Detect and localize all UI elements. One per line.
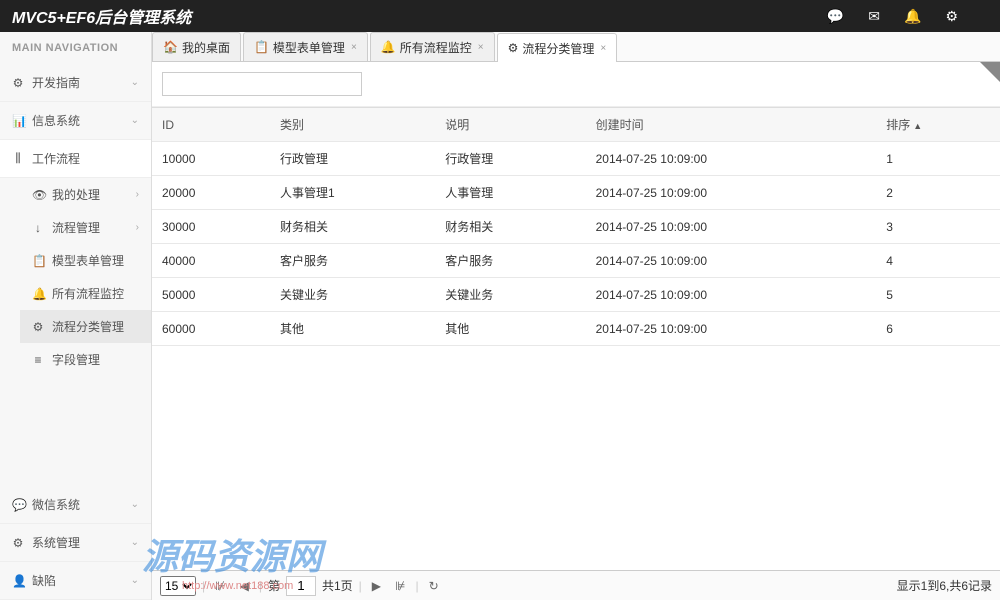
- table-row[interactable]: 50000关键业务关键业务2014-07-25 10:09:005: [152, 278, 1000, 312]
- col-header[interactable]: 排序▲: [876, 108, 1000, 142]
- col-header[interactable]: 类别: [270, 108, 435, 142]
- sidebar: MAIN NAVIGATION ⚙开发指南⌄📊信息系统⌄ ⫼工作流程 👁我的处理…: [0, 32, 152, 600]
- data-table: ID类别说明创建时间排序▲ 10000行政管理行政管理2014-07-25 10…: [152, 107, 1000, 346]
- page-input[interactable]: [286, 576, 316, 596]
- workflow-icon: ⫼: [12, 151, 24, 166]
- collapse-icon[interactable]: [980, 62, 1000, 82]
- tab-icon: ⚙: [508, 41, 519, 55]
- tab-icon: 🔔: [381, 40, 396, 54]
- close-icon[interactable]: ×: [478, 42, 484, 53]
- chevron-down-icon: ⌄: [131, 77, 139, 88]
- sidebar-mgmt-0[interactable]: 📋模型表单管理: [20, 244, 151, 277]
- sidebar-mgmt-1[interactable]: 🔔所有流程监控: [20, 277, 151, 310]
- nav-icon: 🔔: [32, 287, 44, 301]
- col-header[interactable]: ID: [152, 108, 270, 142]
- table-row[interactable]: 40000客户服务客户服务2014-07-25 10:09:004: [152, 244, 1000, 278]
- mail-icon[interactable]: ✉: [868, 8, 880, 25]
- tab-0[interactable]: 🏠我的桌面: [152, 32, 241, 61]
- bell-icon[interactable]: 🔔: [904, 8, 921, 25]
- search-input[interactable]: [162, 72, 362, 96]
- tab-1[interactable]: 📋模型表单管理×: [243, 32, 368, 61]
- sidebar-item-1[interactable]: 📊信息系统⌄: [0, 102, 151, 140]
- sidebar-mgmt-2[interactable]: ⚙流程分类管理: [20, 310, 151, 343]
- nav-icon: 📋: [32, 254, 44, 268]
- sidebar-sub-0[interactable]: 👁我的处理›: [20, 178, 151, 211]
- tab-2[interactable]: 🔔所有流程监控×: [370, 32, 495, 61]
- header-icons: 💬 ✉ 🔔 ⚙: [827, 8, 988, 25]
- sidebar-item-0[interactable]: ⚙开发指南⌄: [0, 64, 151, 102]
- chevron-down-icon: ⌄: [131, 115, 139, 126]
- tab-3[interactable]: ⚙流程分类管理×: [497, 33, 618, 62]
- next-page-icon[interactable]: ▶: [368, 579, 385, 593]
- nav-icon: 👤: [12, 574, 24, 588]
- close-icon[interactable]: ×: [600, 43, 606, 54]
- sidebar-bottom-0[interactable]: 💬微信系统⌄: [0, 486, 151, 524]
- nav-icon: 💬: [12, 498, 24, 512]
- chevron-right-icon: ›: [136, 189, 139, 200]
- sidebar-bottom-2[interactable]: 👤缺陷⌄: [0, 562, 151, 600]
- col-header[interactable]: 说明: [435, 108, 585, 142]
- table-row[interactable]: 60000其他其他2014-07-25 10:09:006: [152, 312, 1000, 346]
- main: 🏠我的桌面📋模型表单管理×🔔所有流程监控×⚙流程分类管理× ID类别说明创建时间…: [152, 32, 1000, 600]
- app-title: MVC5+EF6后台管理系统: [12, 4, 191, 28]
- nav-icon: ⚙: [32, 320, 44, 334]
- table-row[interactable]: 20000人事管理1人事管理2014-07-25 10:09:002: [152, 176, 1000, 210]
- chevron-down-icon: ⌄: [131, 537, 139, 548]
- refresh-icon[interactable]: ↻: [425, 579, 443, 593]
- chevron-down-icon: ⌄: [131, 499, 139, 510]
- sidebar-sub-1[interactable]: ↓流程管理›: [20, 211, 151, 244]
- nav-icon: ⚙: [12, 76, 24, 90]
- tab-icon: 📋: [254, 40, 269, 54]
- gear-icon[interactable]: ⚙: [945, 8, 958, 25]
- nav-icon: 👁: [32, 188, 44, 202]
- prev-page-icon[interactable]: ◀: [236, 579, 253, 593]
- header: MVC5+EF6后台管理系统 💬 ✉ 🔔 ⚙: [0, 0, 1000, 32]
- table-row[interactable]: 30000财务相关财务相关2014-07-25 10:09:003: [152, 210, 1000, 244]
- col-header[interactable]: 创建时间: [586, 108, 877, 142]
- nav-heading: MAIN NAVIGATION: [0, 32, 151, 64]
- page-size-select[interactable]: 15: [160, 576, 196, 596]
- sidebar-mgmt-3[interactable]: ≡字段管理: [20, 343, 151, 376]
- toolbar: [152, 62, 1000, 107]
- chevron-down-icon: ⌄: [131, 575, 139, 586]
- nav-icon: ↓: [32, 221, 44, 235]
- pager-summary: 显示1到6,共6记录: [897, 577, 992, 594]
- first-page-icon[interactable]: ⊮: [211, 579, 229, 593]
- nav-icon: 📊: [12, 114, 24, 128]
- pager: 15 | ⊮ ◀ | 第 共1页 | ▶ ⊯ | ↻ 显示1到6,共6记录: [152, 570, 1000, 600]
- chevron-right-icon: ›: [136, 222, 139, 233]
- chat-icon[interactable]: 💬: [827, 8, 844, 25]
- last-page-icon[interactable]: ⊯: [391, 579, 409, 593]
- table-row[interactable]: 10000行政管理行政管理2014-07-25 10:09:001: [152, 142, 1000, 176]
- nav-icon: ≡: [32, 353, 44, 367]
- tab-icon: 🏠: [163, 40, 178, 54]
- nav-icon: ⚙: [12, 536, 24, 550]
- close-icon[interactable]: ×: [351, 42, 357, 53]
- tabs: 🏠我的桌面📋模型表单管理×🔔所有流程监控×⚙流程分类管理×: [152, 32, 1000, 62]
- sort-asc-icon: ▲: [913, 121, 922, 131]
- sidebar-item-workflow[interactable]: ⫼工作流程: [0, 140, 151, 178]
- sidebar-bottom-1[interactable]: ⚙系统管理⌄: [0, 524, 151, 562]
